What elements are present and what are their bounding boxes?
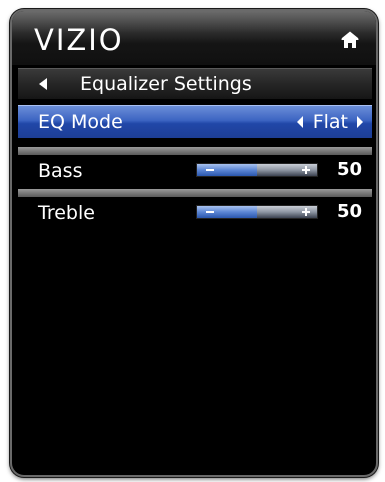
treble-row[interactable]: Treble 50 xyxy=(18,189,372,227)
eq-mode-label: EQ Mode xyxy=(38,111,123,133)
bass-row[interactable]: Bass 50 xyxy=(18,147,372,185)
treble-slider[interactable] xyxy=(196,205,318,219)
menu-title-bar[interactable]: Equalizer Settings xyxy=(18,68,372,99)
bass-label: Bass xyxy=(38,160,83,182)
tv-menu-panel: VIZIO Equalizer Settings EQ Mode Flat Ba… xyxy=(10,9,378,477)
menu-title: Equalizer Settings xyxy=(80,73,252,95)
treble-value: 50 xyxy=(336,201,362,222)
bass-slider[interactable] xyxy=(196,163,318,177)
row-divider xyxy=(18,189,372,197)
menu-header: VIZIO xyxy=(12,11,376,65)
plus-icon-vertical xyxy=(305,208,307,216)
home-icon[interactable] xyxy=(340,31,360,49)
eq-mode-value: Flat xyxy=(312,111,348,133)
row-divider xyxy=(18,147,372,155)
vizio-logo: VIZIO xyxy=(34,23,124,57)
eq-prev-arrow-icon[interactable] xyxy=(296,116,304,128)
eq-next-arrow-icon[interactable] xyxy=(356,116,364,128)
plus-icon-vertical xyxy=(305,166,307,174)
bass-value: 50 xyxy=(336,159,362,180)
minus-icon[interactable] xyxy=(206,211,214,213)
minus-icon[interactable] xyxy=(206,169,214,171)
left-arrow-icon[interactable] xyxy=(36,76,52,92)
eq-mode-row[interactable]: EQ Mode Flat xyxy=(18,105,372,138)
treble-label: Treble xyxy=(38,202,95,224)
